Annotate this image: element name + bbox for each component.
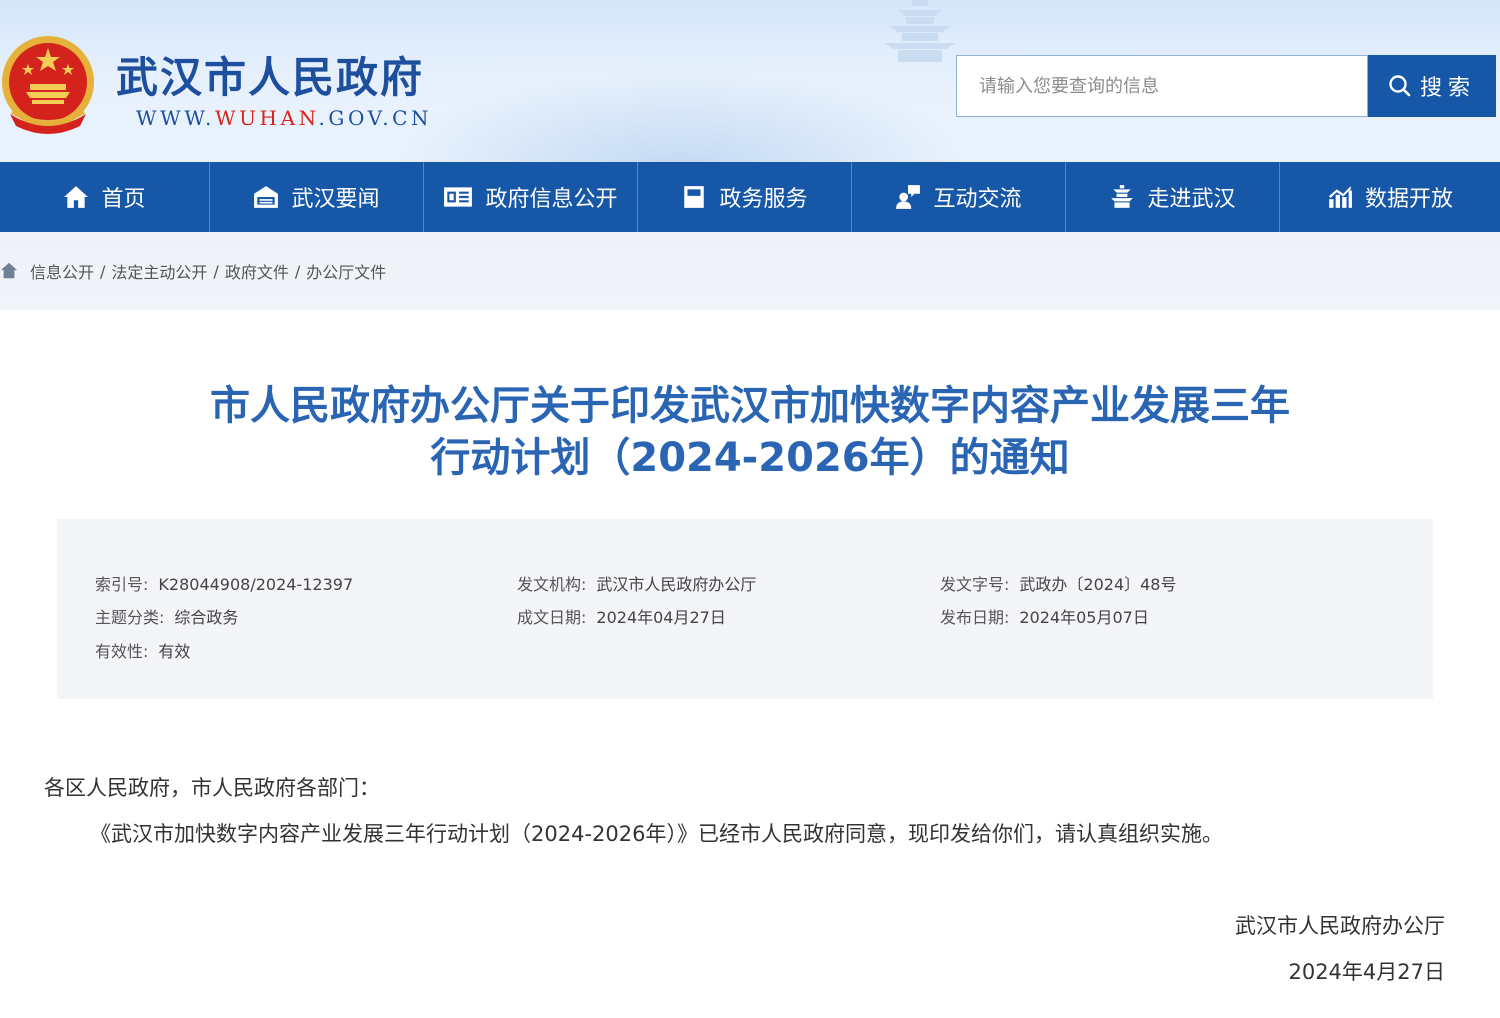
meta-value: 综合政务 xyxy=(174,608,239,627)
site-title: 武汉市人民政府 xyxy=(116,53,425,102)
nav-item-label: 数据开放 xyxy=(1364,187,1453,212)
breadcrumb-item[interactable]: 办公厅文件 xyxy=(306,259,386,283)
domain-suffix: .GOV.CN xyxy=(318,106,433,130)
body-paragraph: 《武汉市加快数字内容产业发展三年行动计划（2024-2026年）》已经市人民政府… xyxy=(90,822,1223,846)
meta-topic: 主题分类: 综合政务 xyxy=(95,604,238,628)
meta-label: 发文机构: xyxy=(517,575,587,594)
meta-label: 索引号: xyxy=(95,575,149,594)
nav-item-label: 政务服务 xyxy=(719,187,808,212)
domain-highlight: WUHAN xyxy=(214,106,319,130)
meta-published-date: 发布日期: 2024年05月07日 xyxy=(940,604,1149,628)
header-background xyxy=(380,70,980,162)
signature: 武汉市人民政府办公厅 xyxy=(1235,914,1445,938)
search-icon xyxy=(1389,75,1411,97)
domain-prefix: WWW. xyxy=(136,106,215,130)
meta-created-date: 成文日期: 2024年04月27日 xyxy=(517,604,726,628)
breadcrumb-separator: / xyxy=(100,261,106,281)
breadcrumb-separator: / xyxy=(213,261,219,281)
breadcrumb-item[interactable]: 政府文件 xyxy=(225,259,289,283)
nav-item-home[interactable]: 首页 xyxy=(0,162,210,232)
nav-item-interaction[interactable]: 互动交流 xyxy=(852,162,1066,232)
nav-item-label: 走进武汉 xyxy=(1147,187,1236,212)
interaction-icon xyxy=(896,185,921,209)
meta-label: 主题分类: xyxy=(95,608,165,627)
site-domain: WWW.WUHAN.GOV.CN xyxy=(136,106,432,130)
meta-issuer: 发文机构: 武汉市人民政府办公厅 xyxy=(517,571,756,595)
meta-label: 有效性: xyxy=(95,642,149,661)
meta-validity: 有效性: 有效 xyxy=(95,638,190,662)
search-input[interactable] xyxy=(956,55,1368,117)
meta-label: 发文字号: xyxy=(940,575,1010,594)
meta-value: K28044908/2024-12397 xyxy=(158,575,354,594)
meta-value: 武政办〔2024〕48号 xyxy=(1019,575,1177,594)
service-icon xyxy=(684,186,705,208)
breadcrumb: 信息公开 / 法定主动公开 / 政府文件 / 办公厅文件 xyxy=(0,232,1500,310)
meta-value: 2024年05月07日 xyxy=(1019,608,1149,627)
search-button-label: 搜索 xyxy=(1419,76,1476,101)
pavilion-icon xyxy=(1111,185,1134,208)
meta-label: 发布日期: xyxy=(940,608,1010,627)
yellow-crane-tower-icon xyxy=(884,0,956,62)
document-metadata: 索引号: K28044908/2024-12397 发文机构: 武汉市人民政府办公厅… xyxy=(57,519,1433,699)
data-chart-icon xyxy=(1329,186,1352,208)
nav-item-label: 互动交流 xyxy=(933,187,1022,212)
nav-item-visit-wuhan[interactable]: 走进武汉 xyxy=(1066,162,1280,232)
article-title-line: 市人民政府办公厅关于印发武汉市加快数字内容产业发展三年 xyxy=(210,383,1290,429)
meta-label: 成文日期: xyxy=(517,608,587,627)
news-icon xyxy=(254,186,279,208)
meta-value: 2024年04月27日 xyxy=(596,608,726,627)
article-title: 市人民政府办公厅关于印发武汉市加快数字内容产业发展三年 行动计划（2024-20… xyxy=(100,380,1400,484)
meta-index: 索引号: K28044908/2024-12397 xyxy=(95,571,353,595)
breadcrumb-item[interactable]: 信息公开 xyxy=(30,259,94,283)
nav-item-label: 武汉要闻 xyxy=(291,187,380,212)
nav-item-news[interactable]: 武汉要闻 xyxy=(210,162,424,232)
meta-doc-number: 发文字号: 武政办〔2024〕48号 xyxy=(940,571,1177,595)
main-nav: 首页 武汉要闻 政府信息公开 政务服务 互动交流 走进武汉 数据开放 xyxy=(0,162,1500,232)
national-emblem-icon xyxy=(2,36,94,134)
nav-item-info-open[interactable]: 政府信息公开 xyxy=(424,162,638,232)
nav-item-service[interactable]: 政务服务 xyxy=(638,162,852,232)
meta-value: 有效 xyxy=(158,642,191,661)
home-icon[interactable] xyxy=(0,262,18,280)
site-header: 武汉市人民政府 WWW.WUHAN.GOV.CN 搜索 xyxy=(0,0,1500,162)
nav-item-label: 政府信息公开 xyxy=(485,187,618,212)
nav-item-label: 首页 xyxy=(101,187,146,212)
search-button[interactable]: 搜索 xyxy=(1368,55,1496,117)
nav-item-open-data[interactable]: 数据开放 xyxy=(1280,162,1500,232)
salutation: 各区人民政府，市人民政府各部门： xyxy=(44,776,380,800)
article-title-line: 行动计划（2024-2026年）的通知 xyxy=(430,435,1070,481)
breadcrumb-item[interactable]: 法定主动公开 xyxy=(111,259,207,283)
breadcrumb-separator: / xyxy=(294,261,301,281)
home-icon xyxy=(64,186,89,208)
signature-date: 2024年4月27日 xyxy=(1288,960,1445,984)
meta-value: 武汉市人民政府办公厅 xyxy=(596,575,757,594)
info-open-icon xyxy=(444,187,473,207)
